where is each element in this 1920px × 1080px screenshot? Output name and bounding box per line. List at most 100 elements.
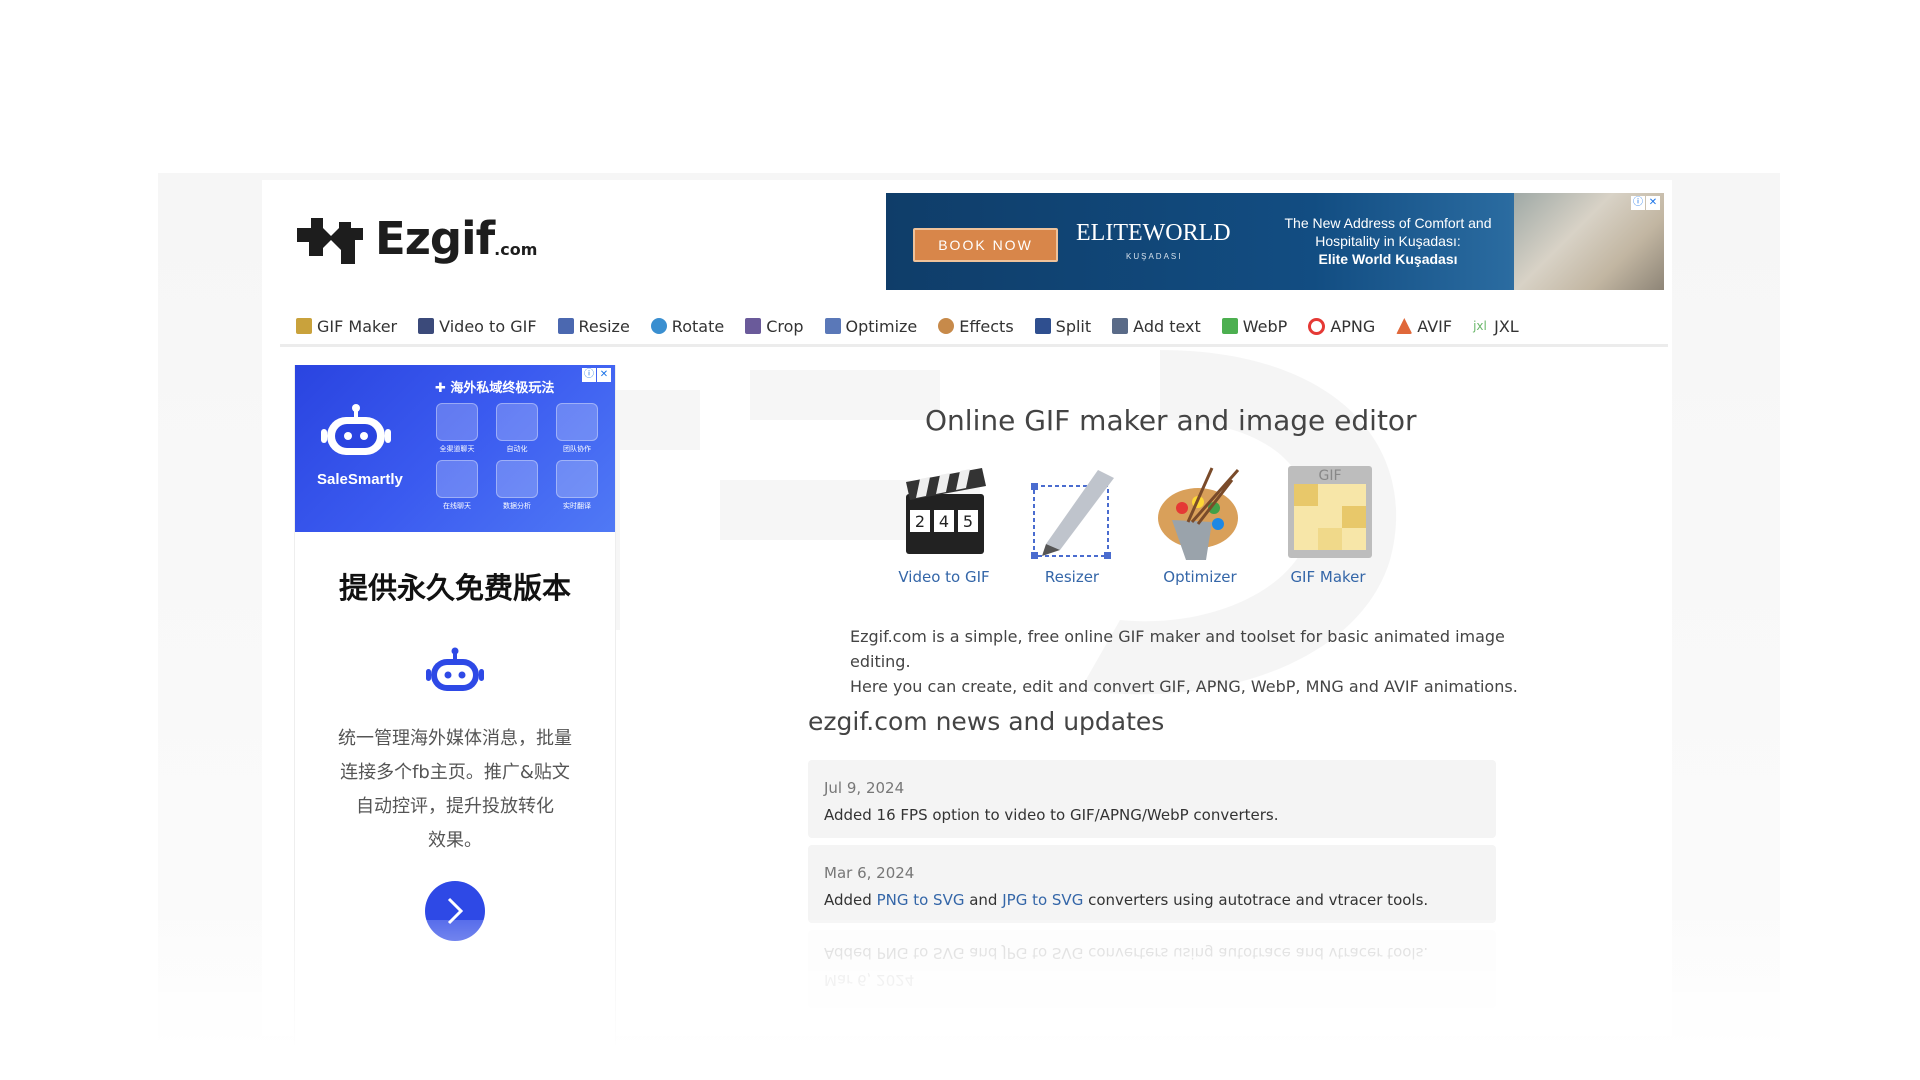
side-ad-body: 统一管理海外媒体消息，批量 连接多个fb主页。推广&贴文 自动控评，提升投放转化… (325, 722, 585, 858)
news-text: Added PNG to SVG and JPG to SVG converte… (824, 944, 1428, 962)
svg-text:GIF: GIF (1318, 468, 1341, 484)
ad-choices[interactable]: ⓘ ✕ (1631, 196, 1660, 210)
news-text-part: Added (824, 944, 877, 962)
news-text-part: and (964, 944, 1003, 962)
nav-effects[interactable]: Effects (938, 317, 1014, 336)
nav-rotate[interactable]: Rotate (650, 317, 724, 336)
crop-icon (745, 318, 762, 334)
nav-optimize[interactable]: Optimize (824, 317, 917, 336)
top-banner-ad[interactable]: BOOK NOW ELITEWORLD KUŞADASI The New Add… (886, 193, 1664, 290)
gif-document-icon: GIF (1288, 466, 1372, 558)
ad-close-icon[interactable]: ✕ (597, 368, 611, 382)
feature-cell: 团队协作 (547, 403, 607, 454)
tool-gif-maker[interactable]: GIF GIF Maker (1264, 460, 1392, 586)
feature-cell: 在线聊天 (427, 460, 487, 511)
tool-label[interactable]: GIF Maker (1290, 568, 1365, 586)
nav-video-to-gif[interactable]: Video to GIF (418, 317, 537, 336)
news-date: Jul 9, 2024 (824, 779, 905, 797)
news-text: Added 16 FPS option to video to GIF/APNG… (824, 806, 1279, 824)
nav-jxl[interactable]: jxl JXL (1473, 317, 1519, 336)
avif-icon (1396, 318, 1413, 334)
news-item: Mar 6, 2024 Added PNG to SVG and JPG to … (808, 845, 1496, 923)
side-ad-body-line: 自动控评，提升投放转化 (356, 796, 554, 817)
paint-palette-icon (1158, 467, 1240, 560)
apng-icon (1308, 317, 1326, 335)
side-ad-go-button[interactable] (425, 881, 485, 941)
tool-optimizer[interactable]: Optimizer (1136, 460, 1264, 586)
page-title: Online GIF maker and image editor (925, 403, 1417, 437)
ad-info-icon[interactable]: ⓘ (582, 368, 596, 382)
side-ad-body-line: 效果。 (428, 830, 482, 851)
feature-label: 在线聊天 (443, 502, 471, 510)
news-text-part: converters using autotrace and vtracer t… (1083, 944, 1429, 962)
webp-icon (1221, 318, 1238, 334)
nav-label: APNG (1330, 316, 1376, 336)
ad-close-icon[interactable]: ✕ (1646, 196, 1660, 210)
optimize-icon (824, 318, 841, 334)
jpg-to-svg-link[interactable]: JPG to SVG (1002, 891, 1083, 909)
news-text-part: JPG to SVG (1002, 944, 1084, 962)
nav-label: Split (1055, 316, 1092, 336)
nav-label: Add text (1133, 316, 1201, 336)
feature-cell: 数据分析 (487, 460, 547, 511)
ezgif-logo[interactable]: Ezgif .com (297, 212, 537, 265)
film-icon (418, 318, 435, 334)
news-text-part: PNG to SVG (876, 944, 965, 962)
side-ad-body-line: 统一管理海外媒体消息，批量 (338, 728, 572, 749)
nav-crop[interactable]: Crop (745, 316, 804, 336)
puzzle-logo-icon (297, 217, 363, 264)
chevron-right-icon (447, 897, 464, 925)
code-icon (496, 403, 538, 441)
nav-webp[interactable]: WebP (1221, 316, 1288, 336)
side-ad-choices[interactable]: ⓘ ✕ (582, 368, 611, 382)
ad-brand-sub: KUŞADASI (1126, 252, 1183, 261)
feature-cell: 实时翻译 (547, 460, 607, 511)
tool-label[interactable]: Optimizer (1163, 568, 1236, 586)
feature-label: 全渠道聊天 (439, 445, 475, 453)
rotate-icon (650, 318, 667, 334)
feature-cell: 自动化 (487, 403, 547, 454)
side-ad[interactable]: SaleSmartly ✚ 海外私域终极玩法 全渠道聊天 自动化 团队协作 在线… (294, 365, 616, 1045)
chat-icon (436, 403, 478, 441)
ad-brand: ELITEWORLD (1076, 220, 1231, 246)
message-icon (436, 460, 478, 498)
feature-label: 自动化 (506, 445, 528, 453)
nav-label: GIF Maker (317, 316, 398, 336)
svg-text:2: 2 (915, 512, 925, 531)
nav-resize[interactable]: Resize (557, 317, 630, 336)
tool-shortcuts: 2 4 5 Video to GIF Resizer Optimizer GIF (880, 460, 1392, 586)
news-item-reflection: Mar 6, 2024 Added PNG to SVG and JPG to … (808, 930, 1496, 1008)
clapperboard-icon: 2 4 5 (906, 468, 986, 554)
feature-label: 数据分析 (503, 502, 531, 510)
nav-apng[interactable]: APNG (1308, 317, 1375, 336)
team-icon (556, 403, 598, 441)
png-to-svg-link[interactable]: PNG to SVG (877, 891, 965, 909)
tool-label[interactable]: Video to GIF (898, 568, 989, 586)
split-icon (1034, 318, 1051, 334)
nav-label: WebP (1242, 316, 1288, 336)
nav-label: JXL (1494, 316, 1519, 336)
chart-icon (496, 460, 538, 498)
nav-add-text[interactable]: Add text (1112, 317, 1201, 336)
nav-split[interactable]: Split (1034, 316, 1092, 336)
nav-gif-maker[interactable]: GIF Maker (296, 317, 397, 336)
news-text: Added PNG to SVG and JPG to SVG converte… (824, 891, 1428, 909)
robot-icon (426, 647, 484, 691)
nav-label: Crop (766, 316, 804, 336)
intro-line: Ezgif.com is a simple, free online GIF m… (850, 627, 1505, 671)
intro-text: Ezgif.com is a simple, free online GIF m… (850, 624, 1570, 699)
robot-icon (321, 404, 391, 455)
logo-tld: .com (494, 240, 538, 259)
side-ad-body-line: 连接多个fb主页。推广&贴文 (340, 762, 570, 783)
ad-info-icon[interactable]: ⓘ (1631, 196, 1645, 210)
tool-label[interactable]: Resizer (1045, 568, 1099, 586)
news-text-part: Added (824, 891, 877, 909)
logo-text: Ezgif (375, 212, 495, 265)
add-text-icon (1112, 318, 1129, 334)
nav-avif[interactable]: AVIF (1396, 317, 1452, 336)
resize-icon (557, 318, 574, 334)
book-now-button[interactable]: BOOK NOW (913, 228, 1058, 262)
tool-resizer[interactable]: Resizer (1008, 460, 1136, 586)
svg-text:5: 5 (963, 512, 973, 531)
tool-video-to-gif[interactable]: 2 4 5 Video to GIF (880, 460, 1008, 586)
